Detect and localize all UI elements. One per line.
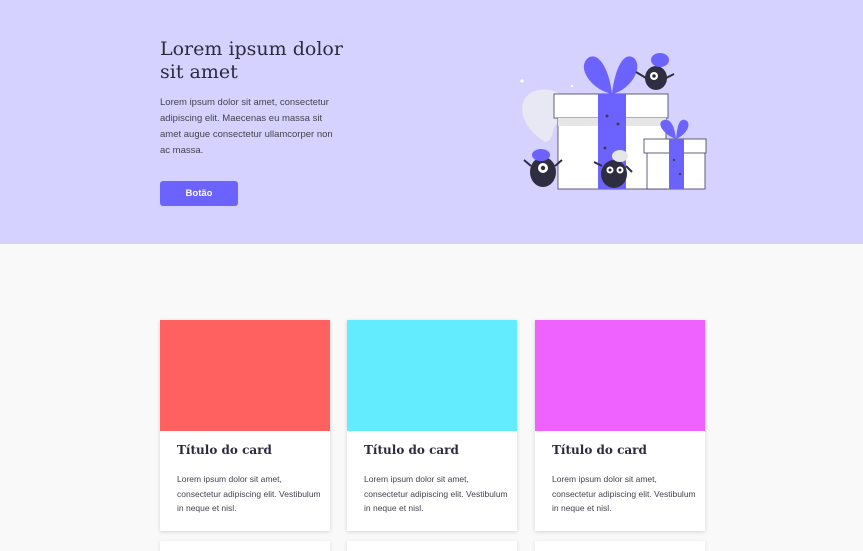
card[interactable]: Título do card Lorem ipsum dolor sit ame…: [535, 320, 705, 531]
bow-left: [583, 56, 612, 94]
next-row-card: [347, 541, 517, 551]
monster-top: [635, 53, 675, 90]
card-image: [535, 320, 705, 431]
sparkle-dot: [570, 84, 574, 88]
bow-right: [612, 56, 638, 94]
monster-left: [523, 149, 563, 187]
gift-boxes-monsters-illustration: [520, 53, 707, 190]
hero-description: Lorem ipsum dolor sit amet, consectetur …: [160, 97, 333, 156]
hero-title: Lorem ipsum dolor sit amet: [160, 38, 343, 83]
card[interactable]: Título do card Lorem ipsum dolor sit ame…: [160, 320, 330, 531]
card[interactable]: Título do card Lorem ipsum dolor sit ame…: [347, 320, 517, 531]
ribbon-dot: [603, 146, 607, 150]
card-text: Lorem ipsum dolor sit amet, consectetur …: [552, 474, 696, 513]
ribbon-dot: [605, 114, 609, 118]
card-text: Lorem ipsum dolor sit amet, consectetur …: [177, 474, 321, 513]
ribbon-dot: [672, 158, 676, 162]
next-row-card: [535, 541, 705, 551]
card-title: Título do card: [364, 443, 459, 457]
ribbon-dot: [616, 122, 620, 126]
small-bow-right: [676, 119, 689, 139]
sparkle-dot: [520, 79, 524, 83]
card-title: Título do card: [177, 443, 272, 457]
small-gift-ribbon: [669, 139, 684, 189]
ribbon-dot: [678, 172, 682, 176]
card-title: Título do card: [552, 443, 647, 457]
card-image: [347, 320, 517, 431]
next-row-card: [160, 541, 330, 551]
hero-button[interactable]: Botão: [160, 181, 238, 206]
card-text: Lorem ipsum dolor sit amet, consectetur …: [364, 474, 508, 513]
card-image: [160, 320, 330, 431]
hero-section: Lorem ipsum dolor sit amet Lorem ipsum d…: [0, 0, 863, 244]
